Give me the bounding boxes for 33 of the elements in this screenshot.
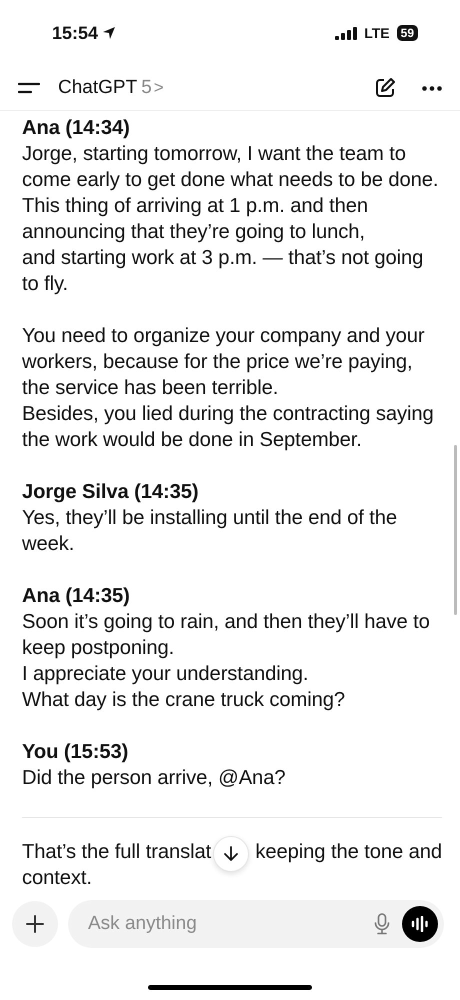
status-time: 15:54 [52, 22, 98, 44]
menu-icon[interactable] [18, 81, 40, 95]
reply-text: context. [22, 867, 92, 889]
network-label: LTE [364, 25, 390, 41]
battery-indicator: 59 [396, 25, 418, 41]
signal-icon [335, 26, 358, 40]
message-text: Jorge, starting tomorrow, I want the team to come early to get done what needs to be done. This thing of arriving at 1 p.m. and then announcing that they’re going to lunch, and starting work at 3 p.m. — that’s not going to fly. [22, 142, 440, 297]
add-button[interactable] [12, 901, 58, 947]
message-text: Did the person arrive, @Ana? [22, 766, 286, 791]
scrollbar[interactable] [454, 445, 457, 615]
message-author: You (15:53) [22, 740, 130, 765]
scroll-down-button[interactable] [213, 836, 249, 872]
microphone-icon[interactable] [374, 913, 390, 935]
app-title[interactable]: ChatGPT [58, 77, 138, 99]
message-text: Yes, they’ll be installing until the end of the week. [22, 506, 398, 557]
message-text: Soon it’s going to rain, and then they’ll have to keep postponing. I appreciate your understanding. What day is the crane truck coming? [22, 610, 431, 713]
plus-icon[interactable] [25, 914, 45, 934]
message-input-bar[interactable]: Ask anything [68, 900, 444, 948]
reply-text: keeping the tone and [255, 840, 442, 865]
model-version[interactable]: 5 [141, 77, 152, 99]
message-author: Ana (14:34) [22, 116, 131, 141]
more-icon[interactable] [422, 86, 442, 90]
message-text: You need to organize your company and your workers, because for the price we’re paying, the service has been terrible. Besides, you lied during the contracting saying the work would be done in September. [22, 324, 435, 453]
waveform-icon[interactable] [411, 916, 429, 932]
message-author: Jorge Silva (14:35) [22, 480, 200, 505]
arrow-down-icon[interactable] [222, 845, 240, 863]
voice-mode-button[interactable] [402, 906, 438, 942]
reply-text: That’s the full translat [22, 840, 212, 865]
location-icon [102, 26, 116, 40]
chevron-glyph[interactable]: > [154, 78, 164, 98]
message-author: Ana (14:35) [22, 584, 131, 609]
new-chat-icon[interactable] [374, 77, 396, 99]
message-input-field[interactable]: Ask anything [86, 912, 362, 936]
